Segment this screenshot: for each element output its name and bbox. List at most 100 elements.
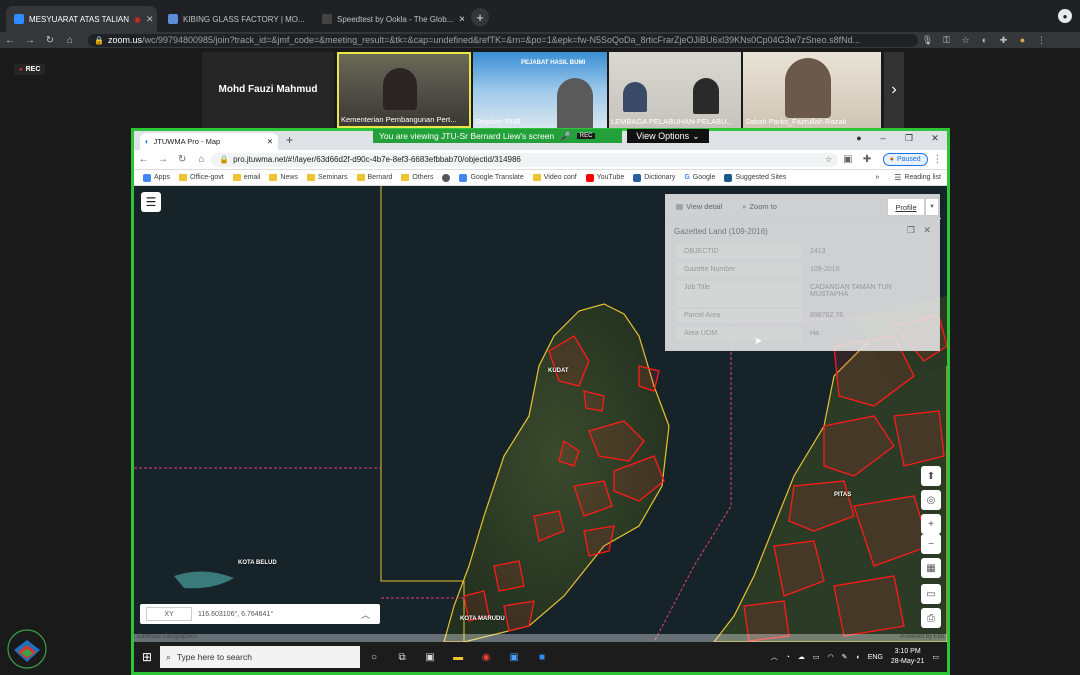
- tab-mesyuarat[interactable]: MESYUARAT ATAS TALIAN ◉ ✕: [6, 6, 157, 32]
- url-field[interactable]: 🔒 pro.jtuwma.net/#!/layer/63d66d2f-d90c-…: [211, 152, 839, 167]
- bookmark-label: Dictionary: [644, 174, 676, 181]
- close-icon[interactable]: ✕: [146, 14, 154, 25]
- windows-start-icon[interactable]: ⊞: [142, 650, 152, 664]
- zoom-to-button[interactable]: Zoom to: [749, 202, 777, 211]
- minimize-icon[interactable]: –: [870, 133, 896, 143]
- task-view-icon[interactable]: ⧉: [388, 652, 416, 663]
- store-icon[interactable]: ▣: [416, 652, 444, 663]
- view-options-button[interactable]: View Options ⌄: [627, 129, 709, 143]
- microphone-icon[interactable]: 🎙: [918, 35, 937, 46]
- bookmark-globe[interactable]: [442, 173, 451, 182]
- battery-icon[interactable]: ▭: [813, 653, 820, 661]
- participant-tile[interactable]: Sabah Parks_Fazrullah Razak: [743, 52, 881, 128]
- new-tab-button[interactable]: +: [286, 133, 293, 147]
- participant-tile[interactable]: PEJABAT HASIL BUMI Stephen PHB: [473, 52, 607, 128]
- url-field[interactable]: 🔒 zoom.us /wc/99794800985/join?track_id=…: [88, 33, 918, 47]
- back-icon[interactable]: ←: [0, 35, 20, 46]
- language-indicator[interactable]: ENG: [868, 654, 883, 661]
- basemap-icon[interactable]: ▦: [921, 558, 941, 578]
- cloud-icon[interactable]: ☁: [798, 653, 805, 661]
- close-icon[interactable]: ✕: [267, 137, 273, 146]
- bookmark-office-govt[interactable]: Office-govt: [178, 174, 224, 181]
- locate-icon[interactable]: ◎: [921, 490, 941, 510]
- bookmark-google-translate[interactable]: Google Translate: [459, 173, 524, 182]
- star-icon[interactable]: ☆: [956, 35, 975, 46]
- key-icon[interactable]: ⚿: [937, 35, 956, 46]
- taskbar-clock[interactable]: 3:10 PM 28-May-21: [891, 647, 924, 667]
- star-icon[interactable]: ☆: [825, 155, 832, 164]
- close-icon[interactable]: ✕: [923, 225, 931, 235]
- wifi-icon[interactable]: ◠: [828, 653, 834, 661]
- bookmark-seminars[interactable]: Seminars: [306, 174, 348, 181]
- bookmark-bernard[interactable]: Bernard: [356, 174, 392, 181]
- participant-video: [785, 58, 831, 118]
- more-icon[interactable]: ⋮: [928, 154, 947, 165]
- file-explorer-icon[interactable]: ▬: [444, 652, 472, 663]
- restore-icon[interactable]: ❐: [907, 225, 915, 235]
- print-icon[interactable]: ⎙: [921, 608, 941, 628]
- reload-icon[interactable]: ↻: [173, 154, 192, 165]
- coordinate-readout: 116.603106°, 6.764641°: [198, 610, 274, 618]
- tab-jtuwma-map[interactable]: ◐ JTUWMA Pro - Map ✕: [140, 133, 278, 150]
- more-bookmarks-icon[interactable]: »: [875, 174, 879, 181]
- profile-circle-icon[interactable]: ●: [846, 133, 872, 143]
- extension-icon[interactable]: ▣: [838, 154, 857, 165]
- profile-button[interactable]: Profile: [887, 198, 925, 216]
- bookmark-apps[interactable]: Apps: [143, 173, 170, 182]
- folder-icon: [178, 174, 187, 181]
- volume-icon[interactable]: ◖: [856, 654, 860, 661]
- new-tab-button[interactable]: +: [471, 8, 489, 26]
- menu-hamburger-icon[interactable]: ☰: [141, 192, 161, 212]
- attribution-esri[interactable]: Powered by Esri: [900, 634, 944, 642]
- back-icon[interactable]: ←: [134, 154, 153, 165]
- view-detail-button[interactable]: View detail: [686, 202, 722, 211]
- profile-paused-button[interactable]: ● Paused: [882, 153, 928, 166]
- compass-icon[interactable]: ⬆: [921, 466, 941, 486]
- zoom-app-icon[interactable]: ■: [528, 652, 556, 663]
- forward-icon[interactable]: →: [153, 154, 172, 165]
- forward-icon[interactable]: →: [20, 35, 40, 46]
- chrome-menu-icon[interactable]: ●: [1058, 9, 1072, 23]
- bookmark-suggested-sites[interactable]: Suggested Sites: [724, 173, 786, 182]
- layers-icon[interactable]: ▭: [921, 584, 941, 604]
- chrome-icon[interactable]: ◉: [472, 652, 500, 663]
- reading-list[interactable]: ☰ Reading list: [894, 173, 941, 182]
- bookmark-others[interactable]: Others: [401, 174, 433, 181]
- participant-tile[interactable]: LEMBAGA PELABUHAN-PELABU...: [609, 52, 741, 128]
- chevron-down-icon[interactable]: ▼: [925, 198, 939, 216]
- chevron-up-icon[interactable]: ︿: [361, 608, 370, 621]
- bookmark-email[interactable]: email: [232, 174, 260, 181]
- bookmark-google[interactable]: G Google: [684, 174, 715, 181]
- close-icon[interactable]: ✕: [458, 14, 464, 25]
- puzzle-icon[interactable]: ✚: [857, 154, 876, 165]
- close-window-icon[interactable]: ✕: [922, 133, 947, 144]
- bookmark-video-conf[interactable]: Video conf: [532, 174, 577, 181]
- chevron-up-icon[interactable]: ︿: [771, 652, 778, 662]
- bookmark-dictionary[interactable]: Dictionary: [633, 173, 676, 182]
- next-page-arrow-icon[interactable]: ›: [884, 52, 904, 128]
- network-icon[interactable]: ◔: [786, 654, 790, 661]
- restore-icon[interactable]: ❐: [896, 133, 922, 144]
- avatar[interactable]: ●: [1013, 35, 1032, 45]
- notification-icon[interactable]: ▭: [932, 653, 939, 661]
- puzzle-icon[interactable]: ✚: [994, 35, 1013, 46]
- reload-icon[interactable]: ↻: [40, 35, 60, 46]
- xy-toggle[interactable]: XY: [146, 607, 192, 621]
- extension-icon[interactable]: ◐: [975, 35, 994, 45]
- tab-speedtest[interactable]: Speedtest by Ookla - The Glob... ✕: [314, 6, 464, 32]
- zoom-out-button[interactable]: −: [921, 534, 941, 554]
- bookmark-news[interactable]: News: [269, 174, 298, 181]
- home-icon[interactable]: ⌂: [60, 35, 80, 46]
- bookmark-youtube[interactable]: YouTube: [585, 173, 624, 182]
- home-icon[interactable]: ⌂: [192, 154, 211, 165]
- more-icon[interactable]: ⋮: [1032, 35, 1051, 46]
- app-icon[interactable]: ▣: [500, 652, 528, 663]
- tab-kibing[interactable]: KIBING GLASS FACTORY | MO... ✕: [160, 6, 310, 32]
- zoom-in-button[interactable]: +: [921, 514, 941, 534]
- taskbar-search[interactable]: ⌕ Type here to search: [160, 646, 361, 668]
- pen-icon[interactable]: ✎: [842, 653, 848, 661]
- map-view[interactable]: KUDAT PITAS KOTA BELUD KOTA MARUDU ☰ ▤ V…: [134, 186, 947, 642]
- participant-tile-active[interactable]: Kementerian Pembangunan Pert...: [337, 52, 471, 128]
- cortana-icon[interactable]: ○: [360, 652, 388, 663]
- participant-tile[interactable]: Mohd Fauzi Mahmud: [202, 52, 334, 128]
